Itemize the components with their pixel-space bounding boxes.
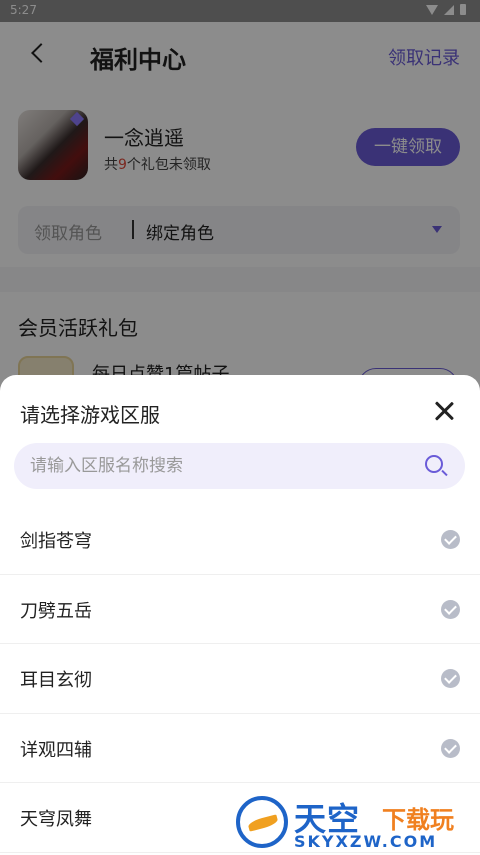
close-icon[interactable] [432,399,456,423]
server-select-sheet: 请选择游戏区服 剑指苍穹 刀劈五岳 耳目玄彻 详观四辅 天穹凤舞 [0,375,480,855]
watermark: 天空 下载玩 SKYXZW.COM [232,792,477,852]
sheet-title: 请选择游戏区服 [20,403,160,427]
server-item[interactable]: 耳目玄彻 [0,644,480,714]
check-icon [441,669,460,688]
search-input[interactable] [30,443,410,489]
check-icon [441,530,460,549]
check-icon [441,599,460,619]
server-item[interactable]: 详观四辅 [0,714,480,783]
watermark-tagline: 下载玩 [382,806,454,834]
server-name: 天穹凤舞 [20,809,92,830]
watermark-url: SKYXZW.COM [294,832,438,851]
check-icon [441,738,460,758]
server-name: 剑指苍穹 [20,531,92,552]
server-name: 刀劈五岳 [20,600,92,622]
search-icon[interactable] [425,455,443,473]
server-item[interactable]: 剑指苍穹 [0,505,480,575]
search-box [14,443,465,489]
server-name: 耳目玄彻 [20,670,92,691]
server-name: 详观四辅 [20,739,92,761]
server-item[interactable]: 刀劈五岳 [0,575,480,644]
watermark-logo-icon [236,796,288,848]
